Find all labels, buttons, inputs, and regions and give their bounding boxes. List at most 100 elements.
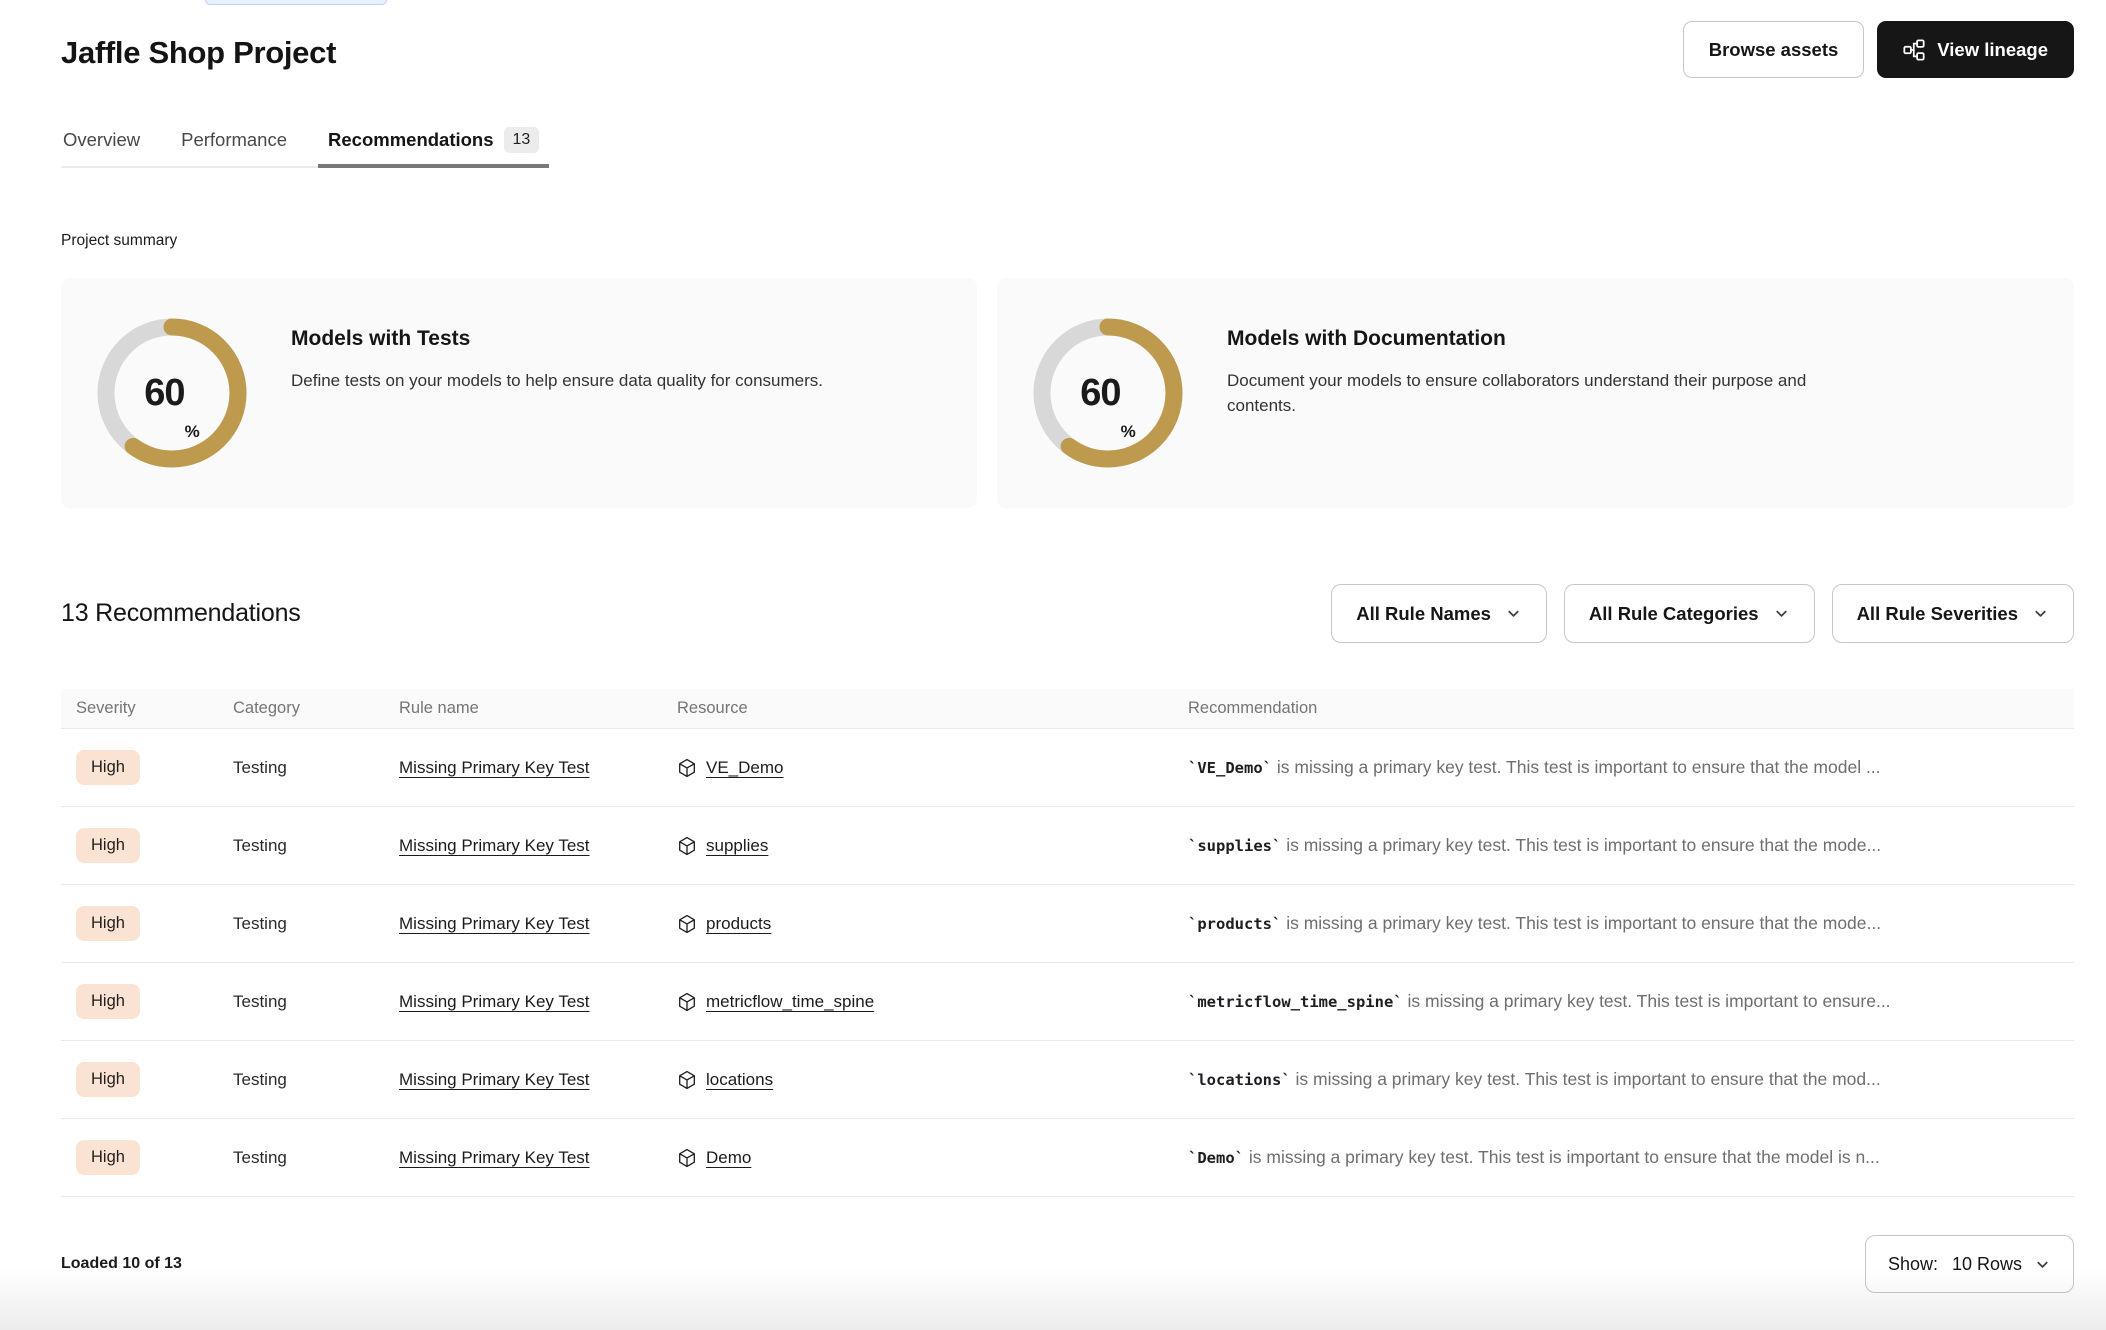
rule-name-cell: Missing Primary Key Test: [399, 992, 677, 1012]
recommendation-code: `metricflow_time_spine`: [1188, 993, 1403, 1011]
rule-names-filter-label: All Rule Names: [1356, 603, 1491, 625]
severity-badge: High: [76, 1140, 140, 1175]
recommendation-cell: `supplies` is missing a primary key test…: [1188, 835, 2074, 856]
resource-link[interactable]: products: [706, 914, 771, 934]
rule-severities-filter[interactable]: All Rule Severities: [1832, 584, 2074, 643]
recommendation-text: is missing a primary key test. This test…: [1291, 1069, 1881, 1089]
rule-names-filter[interactable]: All Rule Names: [1331, 584, 1547, 643]
header-actions: Browse assets View lineage: [1683, 21, 2074, 78]
severity-badge: High: [76, 984, 140, 1019]
recommendation-cell: `metricflow_time_spine` is missing a pri…: [1188, 991, 2074, 1012]
resource-cell: metricflow_time_spine: [677, 992, 1188, 1012]
donut-percent-value: 60: [144, 372, 184, 415]
model-cube-icon: [677, 836, 697, 856]
table-row: High Testing Missing Primary Key Test lo…: [61, 1041, 2074, 1119]
tab-recommendations-label: Recommendations: [328, 129, 494, 151]
table-row: High Testing Missing Primary Key Test pr…: [61, 885, 2074, 963]
rule-name-cell: Missing Primary Key Test: [399, 914, 677, 934]
recommendation-code: `locations`: [1188, 1071, 1291, 1089]
view-lineage-button[interactable]: View lineage: [1877, 21, 2074, 78]
category-cell: Testing: [233, 1070, 399, 1090]
chevron-down-icon: [2032, 605, 2049, 622]
page-title: Jaffle Shop Project: [61, 21, 336, 71]
severity-badge: High: [76, 906, 140, 941]
model-cube-icon: [677, 758, 697, 778]
recommendation-text: is missing a primary key test. This test…: [1281, 913, 1881, 933]
model-cube-icon: [677, 1070, 697, 1090]
category-cell: Testing: [233, 992, 399, 1012]
recommendation-cell: `locations` is missing a primary key tes…: [1188, 1069, 2074, 1090]
recommendations-header: 13 Recommendations All Rule Names All Ru…: [61, 584, 2074, 643]
category-cell: Testing: [233, 758, 399, 778]
tests-donut-chart: 60%: [97, 318, 247, 468]
resource-link[interactable]: locations: [706, 1070, 773, 1090]
column-header-rule-name: Rule name: [399, 699, 677, 718]
chevron-down-icon: [2034, 1256, 2051, 1273]
browse-assets-label: Browse assets: [1709, 39, 1839, 61]
rule-name-link[interactable]: Missing Primary Key Test: [399, 836, 590, 855]
resource-link[interactable]: metricflow_time_spine: [706, 992, 874, 1012]
severity-cell: High: [76, 1062, 233, 1097]
resource-link[interactable]: Demo: [706, 1148, 751, 1168]
recommendation-code: `products`: [1188, 915, 1281, 933]
show-rows-dropdown[interactable]: Show: 10 Rows: [1865, 1235, 2074, 1293]
rule-categories-filter-label: All Rule Categories: [1589, 603, 1759, 625]
rule-name-link[interactable]: Missing Primary Key Test: [399, 914, 590, 933]
docs-donut-chart: 60%: [1033, 318, 1183, 468]
resource-link[interactable]: supplies: [706, 836, 768, 856]
severity-cell: High: [76, 984, 233, 1019]
card-text: Models with Documentation Document your …: [1227, 327, 1867, 418]
rule-name-link[interactable]: Missing Primary Key Test: [399, 758, 590, 777]
model-cube-icon: [677, 1148, 697, 1168]
browse-assets-button[interactable]: Browse assets: [1683, 21, 1865, 78]
rule-name-link[interactable]: Missing Primary Key Test: [399, 1070, 590, 1089]
column-header-category: Category: [233, 699, 399, 718]
resource-cell: VE_Demo: [677, 758, 1188, 778]
donut-percent-sign: %: [185, 422, 200, 442]
rule-categories-filter[interactable]: All Rule Categories: [1564, 584, 1815, 643]
recommendation-text: is missing a primary key test. This test…: [1272, 757, 1881, 777]
show-label: Show:: [1888, 1254, 1938, 1275]
chevron-down-icon: [1505, 605, 1522, 622]
recommendation-cell: `Demo` is missing a primary key test. Th…: [1188, 1147, 2074, 1168]
table-footer: Loaded 10 of 13 Show: 10 Rows: [61, 1235, 2074, 1293]
recommendation-text: is missing a primary key test. This test…: [1403, 991, 1891, 1011]
table-row: High Testing Missing Primary Key Test su…: [61, 807, 2074, 885]
card-title: Models with Documentation: [1227, 327, 1867, 351]
severity-badge: High: [76, 828, 140, 863]
tab-performance[interactable]: Performance: [179, 127, 289, 168]
rule-name-link[interactable]: Missing Primary Key Test: [399, 1148, 590, 1167]
project-page: Jaffle Shop Project Browse assets View l…: [0, 0, 2106, 1293]
severity-cell: High: [76, 828, 233, 863]
view-lineage-label: View lineage: [1937, 39, 2048, 61]
recommendation-code: `supplies`: [1188, 837, 1281, 855]
rule-name-link[interactable]: Missing Primary Key Test: [399, 992, 590, 1011]
recommendation-code: `Demo`: [1188, 1149, 1244, 1167]
severity-badge: High: [76, 750, 140, 785]
model-cube-icon: [677, 992, 697, 1012]
column-header-recommendation: Recommendation: [1188, 699, 2074, 718]
resource-link[interactable]: VE_Demo: [706, 758, 783, 778]
category-cell: Testing: [233, 1148, 399, 1168]
column-header-severity: Severity: [76, 699, 233, 718]
recommendation-text: is missing a primary key test. This test…: [1281, 835, 1881, 855]
model-cube-icon: [677, 914, 697, 934]
rule-name-cell: Missing Primary Key Test: [399, 1148, 677, 1168]
table-row: High Testing Missing Primary Key Test VE…: [61, 729, 2074, 807]
resource-cell: products: [677, 914, 1188, 934]
recommendations-heading: 13 Recommendations: [61, 599, 301, 628]
tab-performance-label: Performance: [181, 129, 287, 151]
tab-overview[interactable]: Overview: [61, 127, 142, 168]
donut-percent-sign: %: [1121, 422, 1136, 442]
filter-bar: All Rule Names All Rule Categories All R…: [1331, 584, 2074, 643]
tab-overview-label: Overview: [63, 129, 140, 151]
card-title: Models with Tests: [291, 327, 823, 351]
recommendations-table: Severity Category Rule name Resource Rec…: [61, 689, 2074, 1197]
tab-recommendations[interactable]: Recommendations 13: [326, 127, 541, 168]
category-cell: Testing: [233, 914, 399, 934]
resource-cell: Demo: [677, 1148, 1188, 1168]
card-description: Define tests on your models to help ensu…: [291, 369, 823, 394]
severity-cell: High: [76, 1140, 233, 1175]
table-row: High Testing Missing Primary Key Test De…: [61, 1119, 2074, 1197]
rule-name-cell: Missing Primary Key Test: [399, 1070, 677, 1090]
